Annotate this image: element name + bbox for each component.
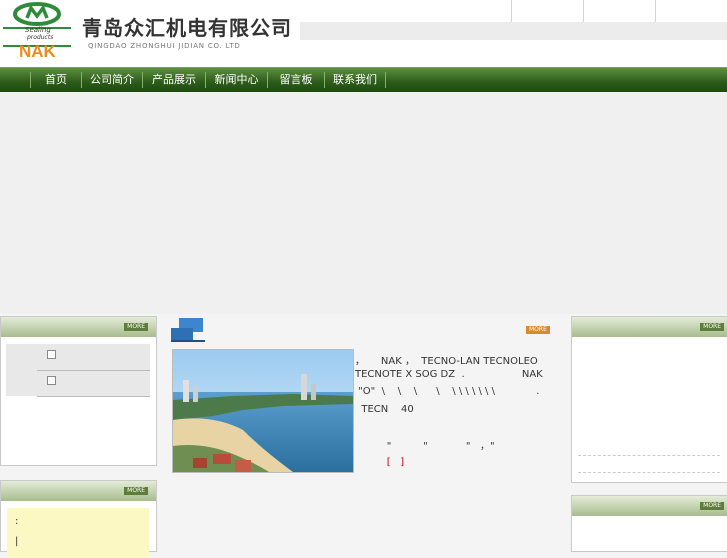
nav-item-about[interactable]: 公司简介 (82, 68, 142, 92)
nav-item-home[interactable]: 首页 (31, 68, 81, 92)
nav-item-contact[interactable]: 联系我们 (325, 68, 385, 92)
left-panel-top: MORE (0, 316, 157, 466)
logo-brand: NAK (19, 42, 56, 61)
divider (578, 472, 720, 473)
read-more-link[interactable]: [ ] (355, 457, 404, 468)
more-button[interactable]: MORE (124, 323, 148, 331)
section-header-icon (171, 318, 205, 342)
more-button[interactable]: MORE (700, 502, 724, 510)
intro-text-line: " " " ，" (355, 441, 495, 452)
panel-header: MORE (1, 481, 156, 501)
logo-tagline: products (27, 34, 54, 41)
list-bullet-icon[interactable] (47, 376, 56, 385)
nav-item-guestbook[interactable]: 留言板 (268, 68, 324, 92)
left-panel-bottom: MORE : | (0, 480, 157, 558)
nav-item-products[interactable]: 产品展示 (143, 68, 205, 92)
more-button[interactable]: MORE (526, 326, 550, 334)
list-bullet-icon[interactable] (47, 350, 56, 359)
right-panel-top: MORE (571, 316, 727, 483)
panel-header: MORE (572, 317, 727, 337)
company-logo[interactable]: Sealing products NAK (3, 2, 73, 64)
intro-text-line: TECN 40 (355, 404, 414, 415)
city-beach-photo[interactable] (172, 349, 354, 473)
intro-text-line: "O" \ \ \ \ \ \ \ \ \ \ \ . (355, 386, 540, 397)
company-name-en: QINGDAO ZHONGHUI JIDIAN CO. LTD (88, 42, 241, 50)
nav-separator (385, 72, 386, 88)
intro-text-line: ， NAK ， TECNO-LAN TECNOLEO (355, 356, 538, 367)
more-button[interactable]: MORE (700, 323, 724, 331)
banner-area (0, 92, 727, 314)
header-divider (583, 0, 584, 22)
divider (37, 370, 150, 371)
notice-line: : (15, 516, 19, 527)
intro-text-line: TECNOTE X SOG DZ . NAK (355, 369, 543, 380)
header-divider (511, 0, 512, 22)
right-panel-bottom: MORE (571, 495, 727, 552)
divider (578, 455, 720, 456)
more-button[interactable]: MORE (124, 487, 148, 495)
panel-header: MORE (572, 496, 727, 516)
notice-box: : | (7, 508, 149, 558)
notice-line: | (15, 536, 19, 547)
main-nav: 首页 公司简介 产品展示 新闻中心 留言板 联系我们 (0, 67, 727, 92)
company-name-cn: 青岛众汇机电有限公司 (82, 16, 292, 40)
header-stripe (300, 22, 727, 40)
nav-item-news[interactable]: 新闻中心 (206, 68, 267, 92)
header-divider (655, 0, 656, 22)
divider (37, 396, 150, 397)
panel-header: MORE (1, 317, 156, 337)
logo-tagline: Sealing (25, 26, 51, 34)
